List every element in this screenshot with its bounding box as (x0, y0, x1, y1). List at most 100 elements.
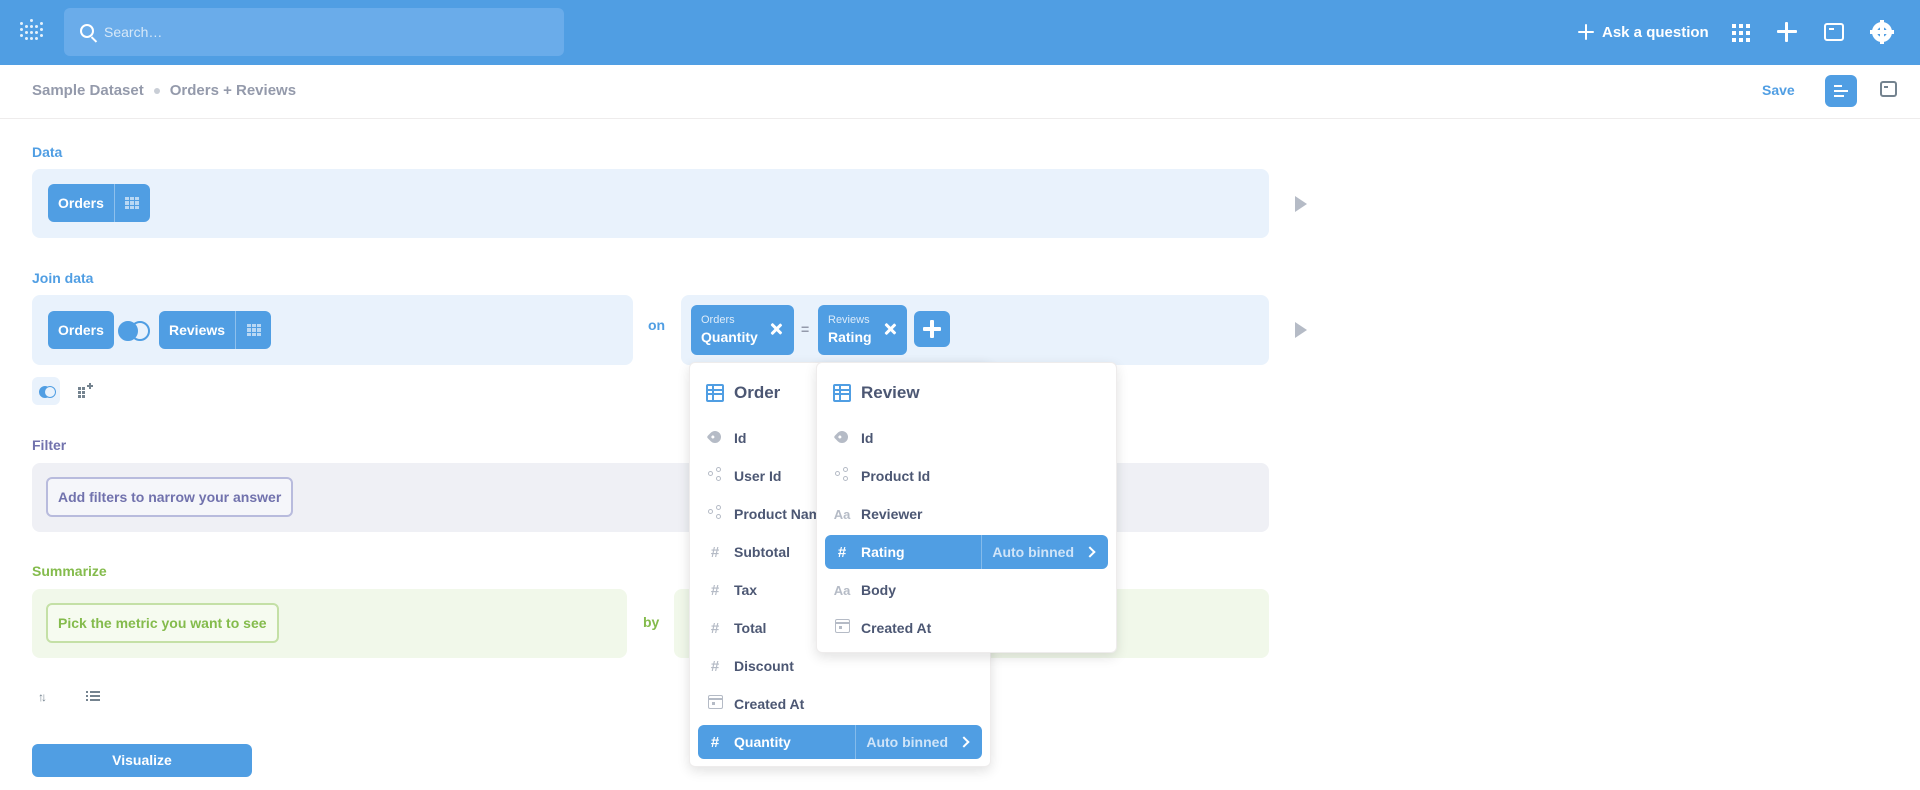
join-on-label: on (648, 317, 666, 333)
join-right-condition[interactable]: Reviews Rating (818, 305, 907, 355)
join-right-table-pill[interactable]: Reviews (159, 311, 272, 349)
join-operator[interactable]: = (801, 321, 809, 337)
binning-option[interactable]: Auto binned (855, 725, 982, 759)
field-label: Created At (734, 696, 805, 712)
order-field-created-at[interactable]: Created At (706, 687, 804, 721)
join-right-condition-field: Rating (828, 329, 872, 345)
close-icon[interactable] (770, 323, 782, 335)
order-field-tax[interactable]: # Tax (706, 573, 757, 607)
plus-icon[interactable] (1775, 20, 1799, 44)
order-field-subtotal[interactable]: # Subtotal (706, 535, 790, 569)
search-icon (80, 24, 94, 38)
summarize-step-label: Summarize (32, 563, 107, 579)
table-icon[interactable] (113, 184, 150, 222)
order-field-user-id[interactable]: User Id (706, 459, 781, 493)
field-label: Product Id (861, 468, 931, 484)
sql-view-icon[interactable] (1880, 81, 1897, 97)
field-label: Body (861, 582, 896, 598)
visualize-button[interactable]: Visualize (32, 744, 252, 777)
ask-question-label: Ask a question (1602, 23, 1709, 41)
hash-icon: # (710, 657, 720, 675)
join-left-table-pill[interactable]: Orders (48, 311, 114, 349)
breadcrumb-table[interactable]: Orders + Reviews (170, 82, 296, 99)
join-type-icon[interactable] (118, 320, 152, 342)
calendar-icon (834, 619, 850, 633)
console-icon[interactable] (1824, 23, 1844, 41)
save-button[interactable]: Save (1762, 82, 1795, 98)
hash-icon: # (710, 733, 720, 751)
field-label: User Id (734, 468, 782, 484)
gear-icon[interactable] (1870, 20, 1894, 44)
review-field-rating[interactable]: # Rating Auto binned (825, 535, 1108, 569)
review-field-product-id[interactable]: Product Id (833, 459, 930, 493)
field-label: Reviewer (861, 506, 923, 522)
order-field-discount[interactable]: # Discount (706, 649, 794, 683)
search-input[interactable]: Search… (64, 8, 564, 56)
breadcrumb-database[interactable]: Sample Dataset (32, 82, 144, 99)
logo-icon[interactable] (20, 18, 46, 44)
notebook-toggle-button[interactable] (1825, 75, 1857, 107)
binning-option[interactable]: Auto binned (981, 535, 1108, 569)
table-icon (706, 384, 724, 402)
field-label: Subtotal (734, 544, 790, 560)
field-label: Id (861, 430, 874, 446)
review-field-body[interactable]: Aa Body (833, 573, 896, 607)
review-field-created-at[interactable]: Created At (833, 611, 931, 645)
connections-icon (708, 505, 722, 519)
field-label: Product Name (734, 506, 829, 522)
review-field-id[interactable]: Id (833, 421, 873, 455)
data-table-pill[interactable]: Orders (48, 184, 150, 222)
order-popover-header: Order (706, 381, 780, 405)
order-popover-title: Order (734, 383, 781, 402)
field-label: Id (734, 430, 747, 446)
table-icon (833, 384, 851, 402)
preview-join-icon[interactable] (1295, 322, 1307, 338)
tag-icon (706, 428, 724, 445)
order-field-total[interactable]: # Total (706, 611, 767, 645)
close-icon[interactable] (884, 323, 896, 335)
calendar-icon (707, 695, 723, 709)
sparkle-icon (1578, 24, 1594, 40)
join-left-table-label: Orders (58, 322, 104, 338)
tag-icon (833, 428, 851, 445)
binning-label: Auto binned (992, 544, 1074, 560)
join-left-condition[interactable]: Orders Quantity (691, 305, 794, 355)
preview-data-icon[interactable] (1295, 196, 1307, 212)
join-right-table-label: Reviews (169, 322, 226, 338)
summarize-by-label: by (643, 614, 660, 630)
add-join-condition-button[interactable] (914, 311, 950, 347)
sort-icon[interactable] (38, 690, 56, 704)
data-table-label: Orders (58, 195, 104, 211)
field-label: Created At (861, 620, 932, 636)
custom-column-button[interactable] (74, 377, 102, 405)
review-popover-header: Review (833, 381, 920, 405)
join-action-button[interactable] (32, 377, 60, 405)
order-field-id[interactable]: Id (706, 421, 746, 455)
data-step-label: Data (32, 144, 63, 160)
pick-metric-button[interactable]: Pick the metric you want to see (46, 603, 279, 643)
text-icon: Aa (833, 506, 851, 522)
add-filter-button[interactable]: Add filters to narrow your answer (46, 477, 294, 517)
hash-icon: # (710, 543, 720, 561)
limit-icon[interactable] (86, 690, 100, 702)
order-field-product-name[interactable]: Product Name (706, 497, 829, 531)
review-field-reviewer[interactable]: Aa Reviewer (833, 497, 923, 531)
binning-label: Auto binned (866, 734, 948, 750)
review-popover-title: Review (861, 383, 920, 402)
field-label: Total (734, 620, 767, 636)
text-icon: Aa (833, 582, 851, 598)
hash-icon: # (710, 581, 720, 599)
join-step-label: Join data (32, 270, 94, 286)
filter-step-label: Filter (32, 437, 67, 453)
field-label: Quantity (734, 734, 791, 750)
field-label: Discount (734, 658, 794, 674)
order-field-quantity[interactable]: # Quantity Auto binned (698, 725, 982, 759)
field-label: Rating (861, 544, 905, 560)
data-step-box (32, 169, 1269, 238)
grid-icon[interactable] (1728, 20, 1752, 44)
top-navbar: Search… Ask a question (0, 0, 1920, 65)
hash-icon: # (837, 543, 847, 561)
ask-question-button[interactable]: Ask a question (1578, 20, 1709, 44)
chevron-right-icon (1084, 546, 1096, 558)
table-icon[interactable] (235, 311, 271, 349)
